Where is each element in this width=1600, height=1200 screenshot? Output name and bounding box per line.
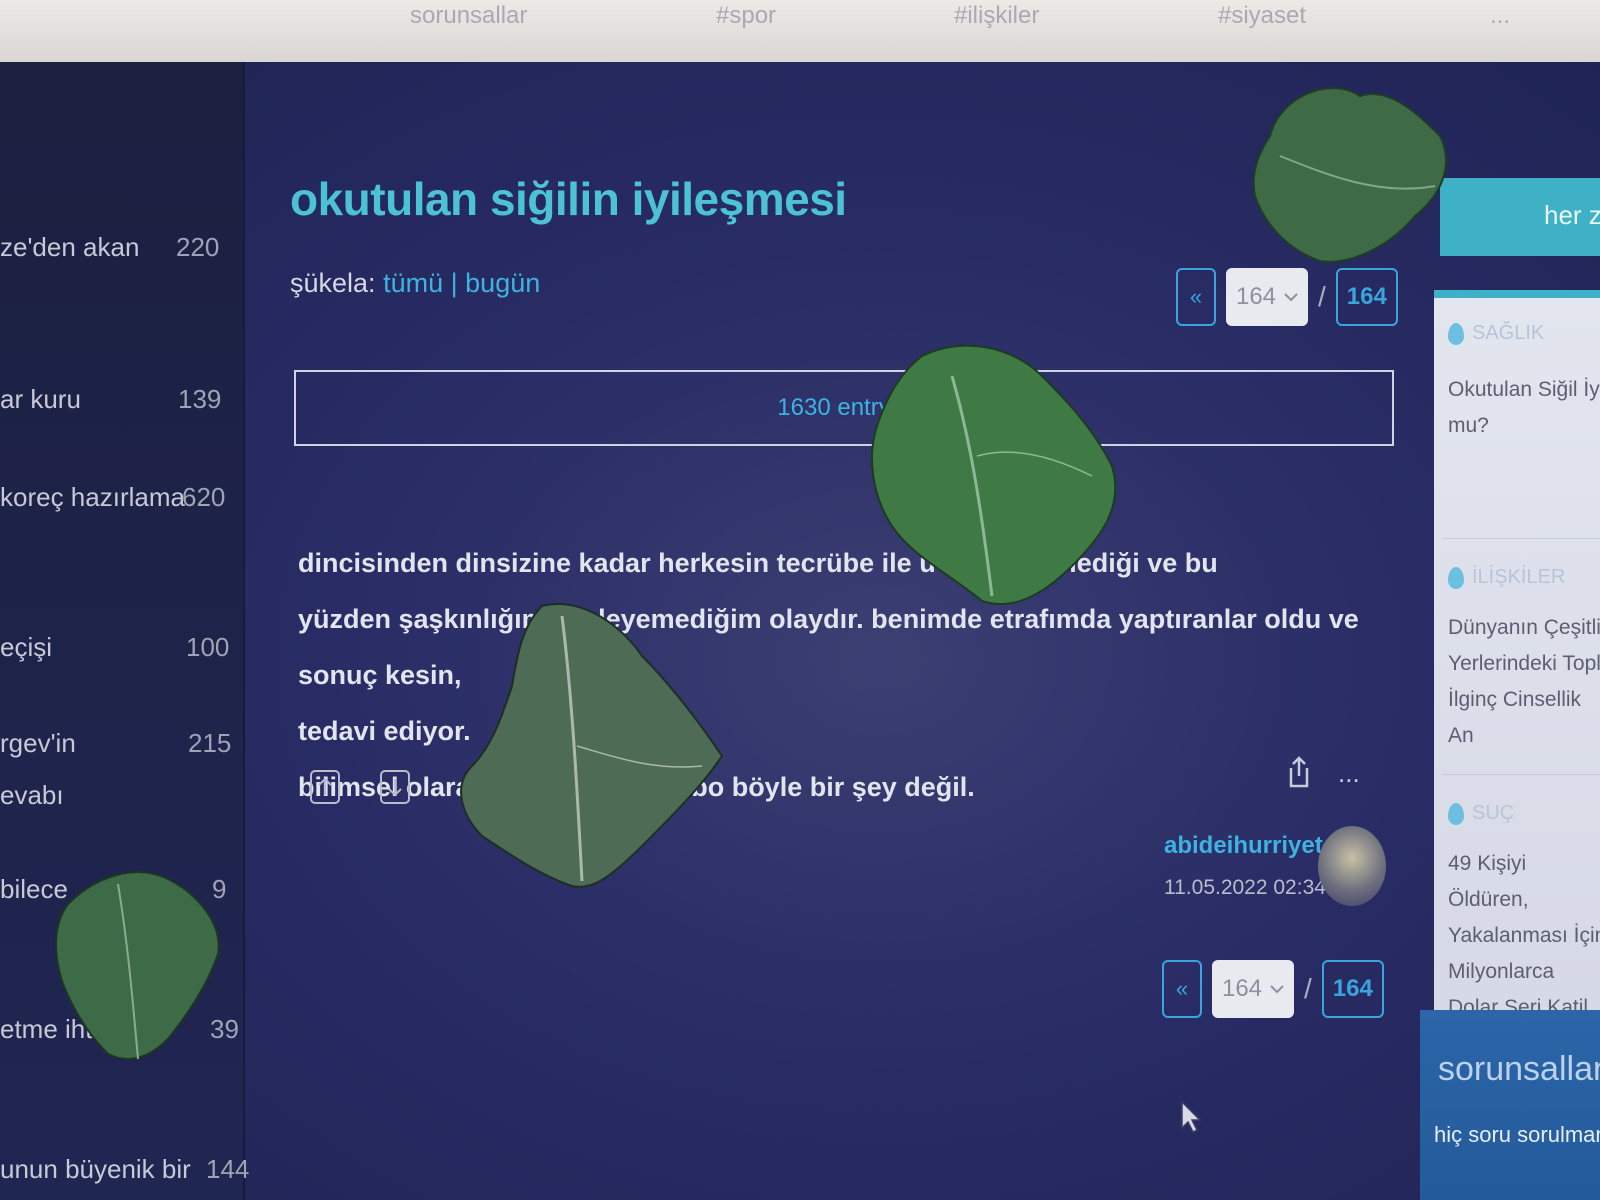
nav-item-sorunsallar[interactable]: sorunsallar [410,2,527,30]
sorunsallar-panel: sorunsallar hiç soru sorulmam [1420,1010,1600,1200]
sidebar-item-label: unun büyenik bir [0,1154,191,1184]
avatar[interactable] [1318,826,1386,906]
share-icon[interactable] [1286,756,1312,788]
nav-item-spor[interactable]: #spor [716,2,776,30]
category-label: SUÇ [1448,802,1514,825]
right-panel-header[interactable]: her za [1440,178,1600,256]
page-select[interactable]: 164 [1226,268,1308,326]
last-page-button[interactable]: 164 [1335,268,1398,326]
nav-item-siyaset[interactable]: #siyaset [1218,2,1306,30]
sukela-separator: | [450,268,458,298]
sukela-filter: şükela: tümü | bugün [290,268,540,299]
last-page-button[interactable]: 164 [1321,960,1384,1018]
page-title[interactable]: okutulan siğilin iyileşmesi [290,172,847,226]
sukela-label: şükela: [290,268,376,298]
top-nav: sorunsallar #spor #ilişkiler #siyaset ..… [0,0,1600,62]
sidebar-item-count: 215 [188,728,232,758]
leaf-overlay [871,344,1117,606]
sidebar-item-count: 100 [186,632,230,662]
question-link[interactable]: Okutulan Siğil İy mu? [1448,372,1600,444]
sidebar-item-label: ar kuru [0,384,81,414]
divider [1442,538,1600,539]
downvote-button[interactable] [380,770,410,804]
first-page-button[interactable]: « [1176,268,1216,326]
question-link[interactable]: Dünyanın Çeşitli Yerlerindeki Topl İlgin… [1448,610,1600,754]
sukela-all-link[interactable]: tümü [383,268,443,298]
sidebar-item-label: ze'den akan [0,232,140,262]
nav-more[interactable]: ... [1490,2,1510,30]
downvote-icon [388,779,402,797]
sidebar-item-count: 144 [206,1154,250,1184]
sidebar-item-label: eçişi [0,632,53,662]
chevron-down-icon [1270,985,1284,994]
sidebar-item-count: 620 [182,482,226,512]
leaf-overlay [55,871,220,1060]
first-page-button[interactable]: « [1162,960,1202,1018]
divider [1442,774,1600,775]
page-slash: / [1318,281,1326,312]
page-select-value: 164 [1235,283,1277,310]
author-link[interactable]: abideihurriyet [1164,832,1323,860]
page-select[interactable]: 164 [1212,960,1294,1018]
category-label: İLİŞKİLER [1448,566,1565,589]
leaf-overlay [460,603,724,888]
chevron-down-icon [1284,293,1298,302]
upvote-icon [318,777,332,795]
pager-top: « 164 / 164 [1176,268,1398,326]
sidebar-item-count: 220 [176,232,220,262]
entry-count-bar[interactable]: 1630 entry d [294,370,1394,446]
drop-icon [1448,802,1464,825]
leaf-overlay [1252,87,1447,263]
sidebar-item-label-2: evabı [0,780,64,810]
nav-item-iliskiler[interactable]: #ilişkiler [954,2,1039,30]
drop-icon [1448,566,1464,589]
sidebar-item-label: koreç hazırlama [0,482,185,512]
upvote-button[interactable] [310,770,340,804]
pager-bottom: « 164 / 164 [1162,960,1384,1018]
entry-date[interactable]: 11.05.2022 02:34 [1164,876,1326,900]
drop-icon [1448,322,1464,345]
category-label: SAĞLIK [1448,322,1544,345]
sorunsallar-text: hiç soru sorulmam [1434,1122,1600,1147]
sorunsallar-title[interactable]: sorunsallar [1438,1050,1600,1089]
entry-line: dincisinden dinsizine kadar herkesin tec… [298,548,1218,578]
more-icon[interactable]: ... [1338,758,1360,789]
sukela-today-link[interactable]: bugün [465,268,540,298]
page-slash: / [1304,973,1312,1004]
mouse-cursor-icon [1181,1100,1202,1134]
sidebar-item-label: rgev'in [0,728,76,758]
sidebar-item-count: 139 [178,384,222,414]
right-panel-card: SAĞLIK Okutulan Siğil İy mu? İLİŞKİLER D… [1434,290,1600,1019]
right-panel-header-label: her za [1544,200,1600,230]
page-select-value: 164 [1221,975,1263,1002]
question-link[interactable]: 49 Kişiyi Öldüren, Yakalanması İçin Mily… [1448,846,1600,1026]
